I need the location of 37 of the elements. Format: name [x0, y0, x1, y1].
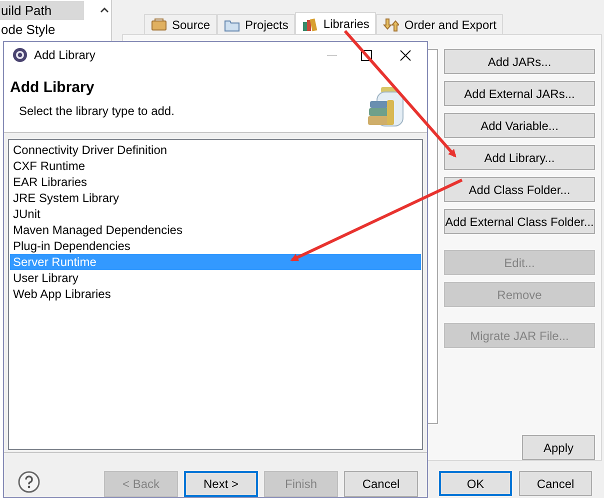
ok-button[interactable]: OK — [439, 471, 512, 496]
side-button[interactable]: Add Library... — [444, 145, 595, 170]
apply-button[interactable]: Apply — [522, 435, 595, 460]
side-button[interactable]: Add Class Folder... — [444, 177, 595, 202]
tab[interactable]: Order and Export — [376, 14, 504, 34]
cancel-button[interactable]: Cancel — [519, 471, 592, 496]
books-icon — [302, 16, 318, 32]
side-button[interactable]: Add JARs... — [444, 49, 595, 74]
dialog-title: Add Library — [34, 47, 96, 64]
list-item[interactable]: User Library — [10, 270, 421, 286]
side-button[interactable]: Add Variable... — [444, 113, 595, 138]
tab[interactable]: Projects — [217, 14, 296, 34]
list-item[interactable]: CXF Runtime — [10, 158, 421, 174]
order-arrows-icon — [383, 16, 400, 32]
list-item[interactable]: Web App Libraries — [10, 286, 421, 302]
list-item[interactable]: Maven Managed Dependencies — [10, 222, 421, 238]
toolbox-icon — [151, 16, 167, 32]
maximize-icon[interactable] — [361, 50, 372, 61]
app-icon — [12, 47, 28, 64]
dialog-heading: Add Library — [10, 78, 96, 98]
library-type-list[interactable]: Connectivity Driver Definition CXF Runtime EAR Libraries JRE System Library JUnit Maven Managed Dependencies Plug-in Dependencies Server Runtime User Library Web App Libraries — [8, 139, 423, 450]
tab[interactable]: Source — [144, 14, 218, 34]
dialog-button[interactable]: Next > — [184, 471, 258, 497]
dialog-button[interactable]: Cancel — [344, 471, 418, 497]
list-item[interactable]: JUnit — [10, 206, 421, 222]
list-item[interactable]: JRE System Library — [10, 190, 421, 206]
close-icon[interactable] — [400, 50, 411, 61]
side-button[interactable]: Add External JARs... — [444, 81, 595, 106]
side-button[interactable]: Add External Class Folder... — [444, 209, 595, 234]
dialog-description: Select the library type to add. — [18, 103, 174, 120]
tree-item[interactable]: uild Path — [0, 1, 84, 20]
tree-item[interactable]: ode Style — [0, 20, 84, 39]
list-item[interactable]: EAR Libraries — [10, 174, 421, 190]
help-icon[interactable] — [18, 471, 40, 493]
list-item[interactable]: Plug-in Dependencies — [10, 238, 421, 254]
list-item[interactable]: Connectivity Driver Definition — [10, 142, 421, 158]
tab[interactable]: Libraries — [295, 12, 376, 34]
